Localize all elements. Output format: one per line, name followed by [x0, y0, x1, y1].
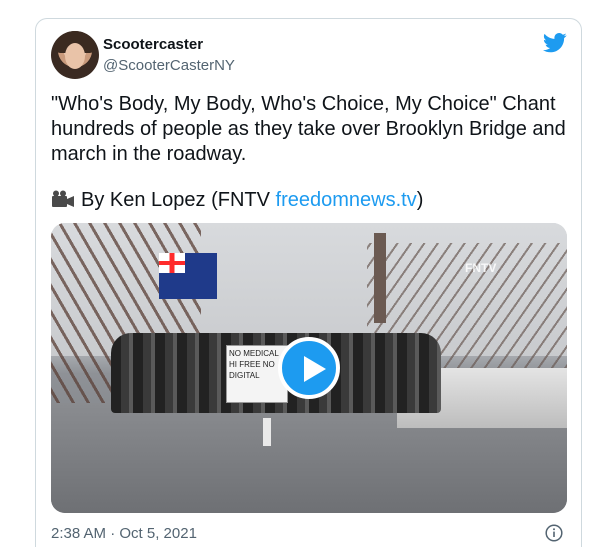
video-watermark: FNTV	[465, 261, 497, 275]
video-player[interactable]: NO MEDICAL HI FREE NO DIGITAL FNTV	[51, 223, 567, 513]
tweet-timestamp[interactable]: 2:38 AM · Oct 5, 2021	[51, 525, 197, 542]
video-camera-icon	[52, 190, 74, 207]
twitter-bird-icon[interactable]	[543, 33, 567, 53]
byline-suffix: )	[416, 189, 424, 211]
avatar[interactable]	[51, 31, 99, 79]
tweet-text: "Who's Body, My Body, Who's Choice, My C…	[51, 93, 566, 165]
info-icon[interactable]	[545, 524, 563, 542]
play-icon[interactable]	[278, 337, 340, 399]
byline-prefix: By Ken Lopez (FNTV	[81, 189, 276, 211]
lane-marking	[263, 418, 271, 446]
byline-link[interactable]: freedomnews.tv	[276, 189, 417, 211]
display-name[interactable]: Scootercaster	[103, 36, 203, 53]
australian-flag	[159, 253, 217, 299]
user-handle[interactable]: @ScooterCasterNY	[103, 57, 235, 74]
bridge-tower	[374, 233, 386, 323]
byline: By Ken Lopez (FNTV freedomnews.tv)	[51, 188, 423, 213]
